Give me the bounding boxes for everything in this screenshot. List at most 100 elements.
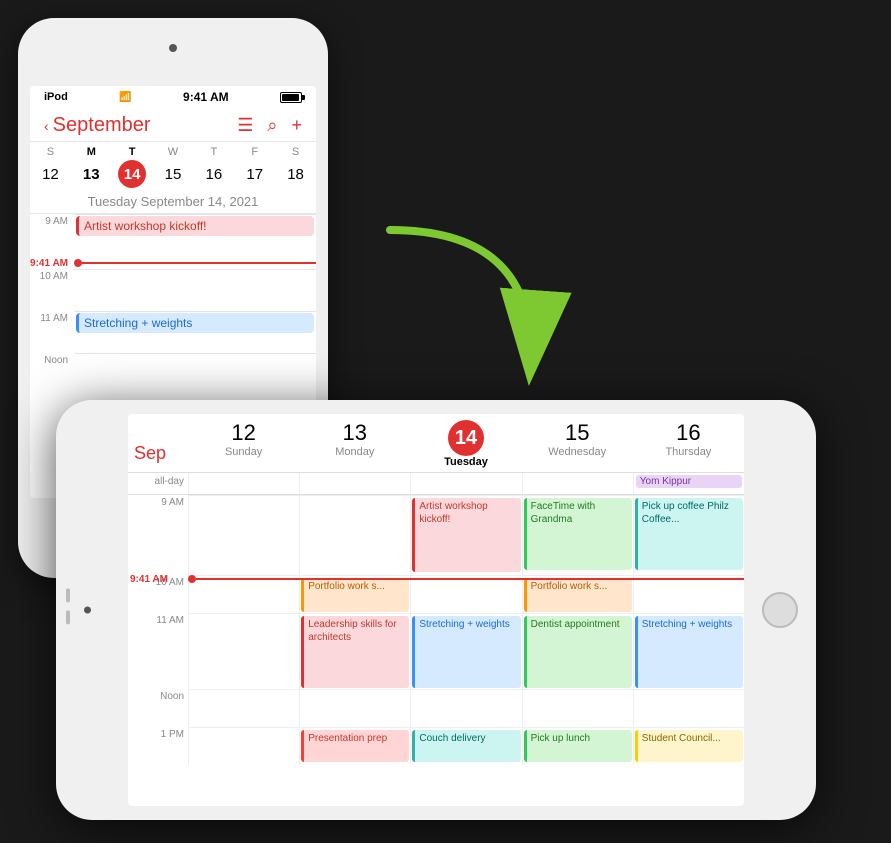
day-name-mon: Monday [301, 446, 408, 458]
day-name-wed: Wednesday [524, 446, 631, 458]
day-cell-h-wed-1: Pick up lunch [522, 727, 633, 765]
time-label-h-9am: 9 AM [128, 495, 188, 575]
day-col-thu: 16 Thursday [633, 414, 744, 472]
time-label-9am: 9 AM [30, 214, 74, 256]
status-icons [280, 92, 302, 103]
day-num-tue: 14 [448, 420, 484, 456]
event-artist-workshop-v[interactable]: Artist workshop kickoff! [76, 216, 314, 236]
event-stretching-v[interactable]: Stretching + weights [76, 313, 314, 333]
day-cell-h-mon-1: Presentation prep [299, 727, 410, 765]
event-portfolio-mon[interactable]: Portfolio work s... [301, 578, 409, 612]
vol-down-button[interactable] [66, 610, 70, 624]
status-bar-vertical: iPod 📶 9:41 AM [30, 86, 316, 108]
current-time-h: 9:41 AM [188, 575, 744, 583]
back-chevron-icon[interactable]: ‹ [44, 118, 49, 134]
wifi-icon: 📶 [119, 92, 131, 103]
day-col-sun: 12 Sunday [188, 414, 299, 472]
time-row-9am: 9 AM Artist workshop kickoff! [30, 214, 316, 256]
day-col-wed: 15 Wednesday [522, 414, 633, 472]
day-name-tue: Tuesday [412, 456, 519, 468]
day-cell-h-wed-9: FaceTime with Grandma [522, 495, 633, 575]
time-content-9am: Artist workshop kickoff! [74, 214, 316, 256]
day-cell-h-thu-1: Student Council... [633, 727, 744, 765]
allday-cell-sun [188, 473, 299, 494]
home-button-horizontal[interactable] [762, 592, 798, 628]
event-couch-delivery[interactable]: Couch delivery [412, 730, 520, 762]
time-content-11am: Stretching + weights [74, 311, 316, 353]
day-cell-h-mon-11: Leadership skills for architects [299, 613, 410, 689]
allday-row: all-day Yom Kippur [128, 473, 744, 495]
time-label-h-11am: 11 AM [128, 613, 188, 689]
volume-buttons[interactable] [66, 588, 70, 624]
week-dates-vertical: 12 13 14 15 16 17 18 [30, 160, 316, 192]
weekly-header: Sep 12 Sunday 13 Monday 14 Tuesday 15 We… [128, 414, 744, 473]
time-grid-horizontal[interactable]: 9 AM Artist workshop kickoff! FaceTime w… [128, 495, 744, 806]
time-row-h-1pm: 1 PM Presentation prep Couch delivery Pi… [128, 727, 744, 765]
event-leadership-skills[interactable]: Leadership skills for architects [301, 616, 409, 688]
day-col-mon: 13 Monday [299, 414, 410, 472]
date-label-vertical: Tuesday September 14, 2021 [30, 192, 316, 214]
camera-vertical [169, 44, 177, 52]
time-row-10am: 10 AM [30, 269, 316, 311]
day-name-thu: Thursday [635, 446, 742, 458]
day-num-thu: 16 [635, 420, 742, 446]
day-cell-h-wed-11: Dentist appointment [522, 613, 633, 689]
arrow-graphic [360, 210, 580, 410]
event-stretching-thu[interactable]: Stretching + weights [635, 616, 743, 688]
time-row-h-noon: Noon [128, 689, 744, 727]
allday-cell-wed [522, 473, 633, 494]
event-artist-workshop-h[interactable]: Artist workshop kickoff! [412, 498, 520, 572]
time-content-10am [74, 269, 316, 311]
event-pick-up-lunch[interactable]: Pick up lunch [524, 730, 632, 762]
event-stretching-tue[interactable]: Stretching + weights [412, 616, 520, 688]
current-time-line-v [82, 262, 316, 264]
day-cell-h-sun-1 [188, 727, 299, 765]
day-cell-h-sun-noon [188, 689, 299, 727]
carrier-label: iPod [44, 91, 68, 103]
day-name-sun: Sunday [190, 446, 297, 458]
list-icon[interactable]: ☰ [237, 115, 253, 136]
search-icon[interactable]: ⌕ [267, 115, 277, 136]
current-time-vertical: 9:41 AM [30, 256, 316, 269]
current-time-line-h [196, 578, 744, 580]
event-pick-up-coffee[interactable]: Pick up coffee Philz Coffee... [635, 498, 743, 570]
screen-horizontal: Sep 12 Sunday 13 Monday 14 Tuesday 15 We… [128, 414, 744, 806]
event-yom-kippur[interactable]: Yom Kippur [636, 475, 742, 488]
header-icons-vertical: ☰ ⌕ + [237, 115, 302, 136]
day-cell-h-wed-noon [522, 689, 633, 727]
day-cell-h-thu-noon [633, 689, 744, 727]
event-presentation-prep[interactable]: Presentation prep [301, 730, 409, 762]
weekly-calendar: Sep 12 Sunday 13 Monday 14 Tuesday 15 We… [128, 414, 744, 806]
time-row-11am: 11 AM Stretching + weights [30, 311, 316, 353]
time-row-h-9am: 9 AM Artist workshop kickoff! FaceTime w… [128, 495, 744, 575]
day-cell-h-thu-9: Pick up coffee Philz Coffee... [633, 495, 744, 575]
time-label-11am: 11 AM [30, 311, 74, 353]
add-icon[interactable]: + [291, 115, 302, 136]
day-cell-h-sun-9 [188, 495, 299, 575]
day-cell-h-tue-1: Couch delivery [410, 727, 521, 765]
month-col: Sep [128, 414, 188, 472]
day-num-sun: 12 [190, 420, 297, 446]
event-dentist[interactable]: Dentist appointment [524, 616, 632, 688]
allday-label: all-day [128, 473, 188, 494]
ipod-horizontal: Sep 12 Sunday 13 Monday 14 Tuesday 15 We… [56, 400, 816, 820]
time-label-h-noon: Noon [128, 689, 188, 727]
camera-horizontal [84, 607, 91, 614]
event-facetime-grandma[interactable]: FaceTime with Grandma [524, 498, 632, 570]
day-cell-h-tue-11: Stretching + weights [410, 613, 521, 689]
time-label-noon: Noon [30, 353, 74, 395]
day-num-mon: 13 [301, 420, 408, 446]
week-days-vertical: S M T W T F S [30, 142, 316, 160]
time-row-h-11am: 11 AM Leadership skills for architects S… [128, 613, 744, 689]
time-label: 9:41 AM [183, 90, 229, 104]
current-time-label-v: 9:41 AM [30, 256, 74, 269]
month-title-vertical: September [53, 114, 151, 137]
day-col-tue: 14 Tuesday [410, 414, 521, 472]
vol-up-button[interactable] [66, 588, 70, 602]
allday-cell-thu: Yom Kippur [633, 473, 744, 494]
day-cell-h-tue-9: Artist workshop kickoff! [410, 495, 521, 575]
allday-cell-mon [299, 473, 410, 494]
event-student-council[interactable]: Student Council... [635, 730, 743, 762]
event-portfolio-wed[interactable]: Portfolio work s... [524, 578, 632, 612]
battery-icon [280, 92, 302, 103]
